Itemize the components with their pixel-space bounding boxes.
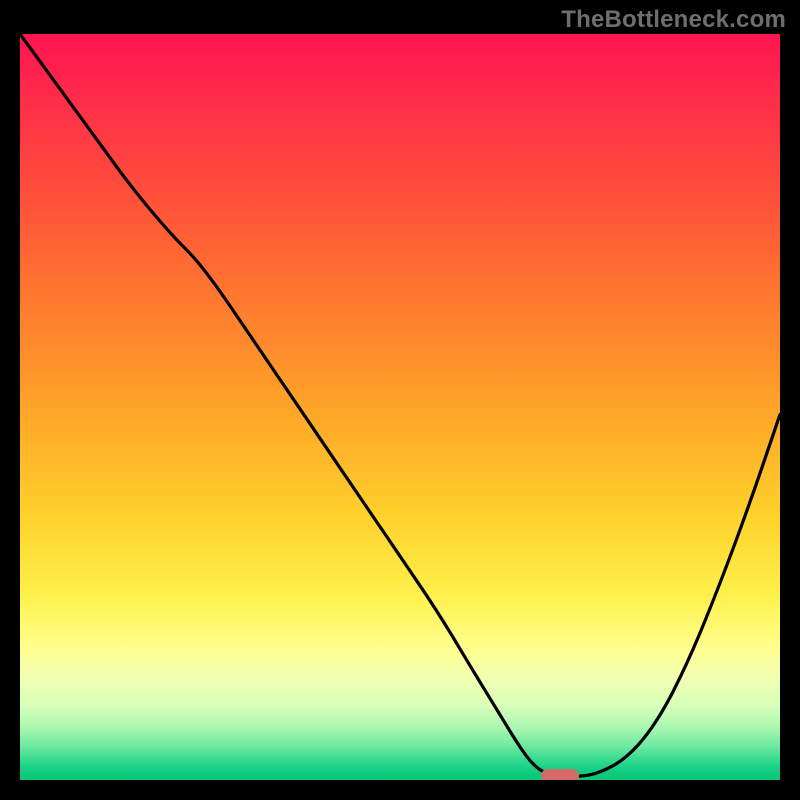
watermark-text: TheBottleneck.com: [561, 6, 786, 34]
chart-frame: TheBottleneck.com: [0, 0, 800, 800]
bottleneck-curve: [20, 34, 780, 780]
plot-area: [20, 34, 780, 780]
optimal-marker: [541, 769, 579, 780]
